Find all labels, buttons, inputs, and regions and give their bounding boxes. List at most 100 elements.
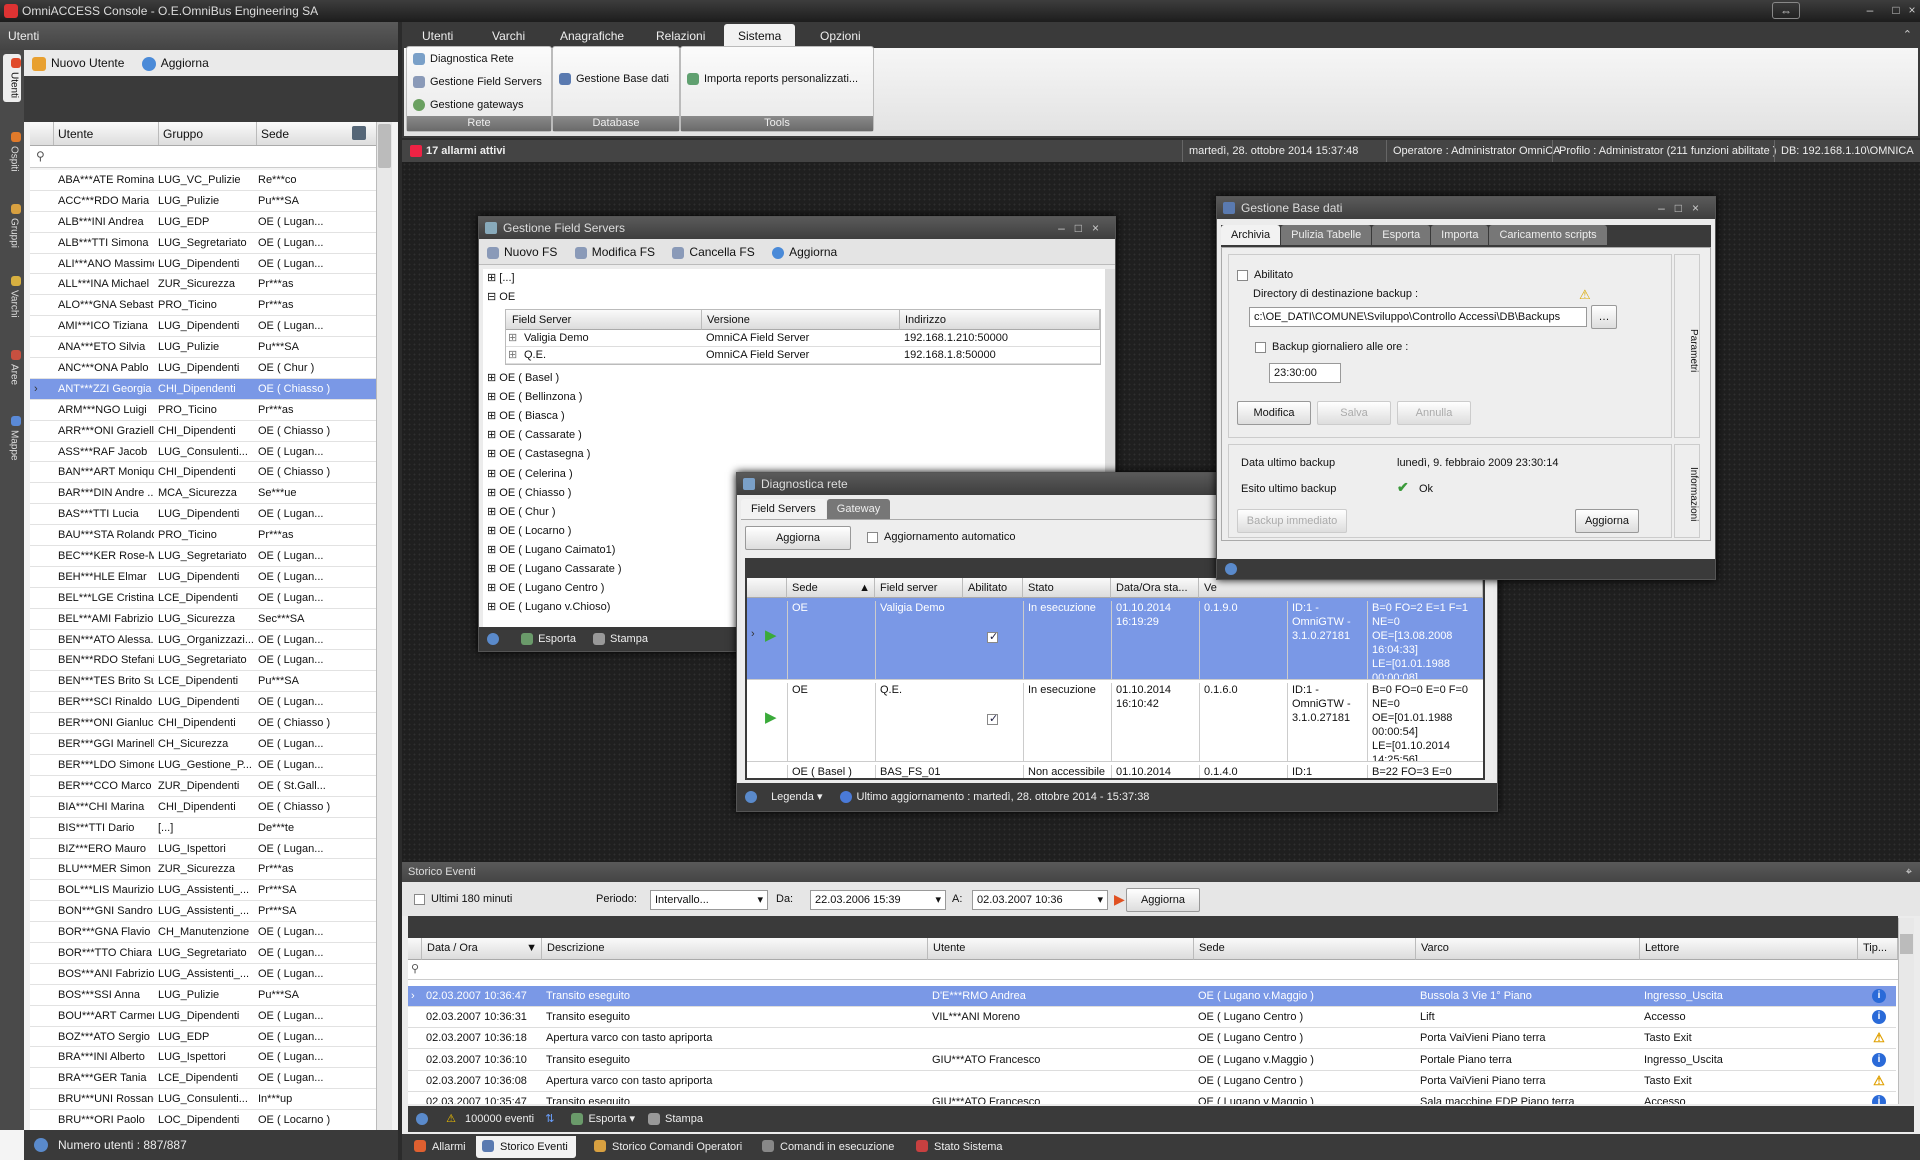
- user-row[interactable]: BOR***GNA Flavio CH_Manutenzione OE ( Luga…: [30, 922, 376, 943]
- user-row[interactable]: ANC***ONA Pablo LUG_Dipendenti OE ( Chur ): [30, 358, 376, 379]
- user-row[interactable]: BAU***STA Rolando PRO_Ticino Pr***as: [30, 525, 376, 547]
- expand-icon[interactable]: ⊞: [487, 544, 499, 556]
- new-fs-button[interactable]: Nuovo FS: [487, 245, 557, 259]
- tree-node-group[interactable]: ⊞ OE ( Chiasso ): [487, 486, 571, 499]
- daily-backup-checkbox[interactable]: Backup giornaliero alle ore :: [1255, 341, 1408, 353]
- expand-icon[interactable]: ⊞: [487, 429, 499, 441]
- browse-button[interactable]: …: [1591, 305, 1617, 329]
- enabled-checkbox[interactable]: Abilitato: [1237, 269, 1293, 281]
- pin-icon[interactable]: ⌖: [1906, 862, 1912, 882]
- periodo-select[interactable]: Intervallo... ▾: [650, 890, 768, 910]
- expand-icon[interactable]: ⊞: [487, 506, 499, 518]
- enabled-checkbox[interactable]: [987, 630, 998, 643]
- col-versione[interactable]: Versione: [702, 310, 900, 330]
- expand-icon[interactable]: ⊞: [508, 347, 517, 363]
- user-row[interactable]: ALO***GNA Sebasti... PRO_Ticino Pr***as: [30, 295, 376, 317]
- col-lettore[interactable]: Lettore: [1640, 938, 1858, 960]
- tree-node-group[interactable]: ⊞ OE ( Biasca ): [487, 409, 565, 422]
- event-row[interactable]: 02.03.2007 10:35:47 Transito eseguito GIU*…: [408, 1092, 1896, 1104]
- scroll-thumb[interactable]: [1900, 934, 1913, 954]
- tab-storico-eventi[interactable]: Storico Eventi: [476, 1136, 576, 1158]
- user-row[interactable]: BIZ***ERO Mauro LUG_Ispettori OE ( Lugan..…: [30, 839, 376, 860]
- tree-node-group[interactable]: ⊞ OE ( Lugano Centro ): [487, 581, 604, 594]
- tree-node-group[interactable]: ⊞ OE ( Basel ): [487, 371, 559, 384]
- modifica-button[interactable]: Modifica: [1237, 401, 1311, 425]
- user-row[interactable]: BER***LDO Simone LUG_Gestione_P... OE ( Lu…: [30, 755, 376, 776]
- expand-icon[interactable]: ⊞: [487, 487, 499, 499]
- expand-icon[interactable]: ⊞: [508, 330, 517, 346]
- fs-print-button[interactable]: Stampa: [593, 633, 648, 646]
- tab-utenti[interactable]: Utenti: [410, 24, 465, 48]
- enabled-checkbox[interactable]: [987, 712, 998, 725]
- tab-allarmi[interactable]: Allarmi: [408, 1136, 474, 1158]
- user-row[interactable]: ACC***RDO Maria LUG_Pulizie Pu***SA: [30, 191, 376, 212]
- expand-icon[interactable]: ⊞: [487, 391, 499, 403]
- col-utente[interactable]: Utente: [928, 938, 1194, 960]
- backup-immediato-button[interactable]: Backup immediato: [1237, 509, 1347, 533]
- user-row[interactable]: BRA***GER Tania LCE_Dipendenti OE ( Lugan.…: [30, 1068, 376, 1090]
- auto-refresh-checkbox[interactable]: Aggiornamento automatico: [867, 531, 1015, 543]
- col-varco[interactable]: Varco: [1416, 938, 1640, 960]
- time-field[interactable]: 23:30:00: [1269, 363, 1341, 383]
- tab-stato-sistema[interactable]: Stato Sistema: [910, 1136, 1010, 1158]
- tree-node-group[interactable]: ⊞ OE ( Lugano Cassarate ): [487, 562, 622, 575]
- tree-node-oe[interactable]: ⊟ OE: [487, 290, 515, 303]
- col-abilitato[interactable]: Abilitato: [963, 578, 1023, 598]
- delete-fs-button[interactable]: Cancella FS: [672, 245, 755, 259]
- tab-storico-comandi[interactable]: Storico Comandi Operatori: [588, 1136, 750, 1158]
- user-row[interactable]: BEN***RDO Stefania LUG_Segretariato OE ( L…: [30, 650, 376, 672]
- col-descrizione[interactable]: Descrizione: [542, 938, 928, 960]
- col-gruppo[interactable]: Gruppo: [158, 122, 207, 145]
- tree-node-group[interactable]: ⊞ OE ( Bellinzona ): [487, 390, 582, 403]
- user-row[interactable]: ABA***ATE Romina LUG_VC_Pulizie Re***co: [30, 170, 376, 191]
- expand-icon[interactable]: ⊞: [487, 525, 499, 537]
- expand-icon[interactable]: ⊞: [487, 410, 499, 422]
- col-indirizzo[interactable]: Indirizzo: [900, 310, 1100, 330]
- gestione-gateways-button[interactable]: Gestione gateways: [413, 99, 524, 112]
- da-field[interactable]: 22.03.2006 15:39 ▾: [810, 890, 946, 910]
- user-row[interactable]: BON***GNI Sandro LUG_Assistenti_... Pr***S…: [30, 901, 376, 923]
- fs-row[interactable]: ⊞ Valigia Demo OmniCA Field Server 192.168.…: [506, 330, 1100, 347]
- a-field[interactable]: 02.03.2007 10:36 ▾: [972, 890, 1108, 910]
- window-controls[interactable]: –□×: [1658, 197, 1709, 219]
- side-tab-mappe[interactable]: Mappe: [3, 412, 21, 465]
- tab-field-servers[interactable]: Field Servers: [741, 499, 826, 519]
- diag-row[interactable]: OE ( Basel ) BAS_FS_01 Non accessibile 01.1…: [747, 762, 1483, 778]
- side-tab-aree[interactable]: Aree: [3, 346, 21, 389]
- edit-fs-button[interactable]: Modifica FS: [574, 245, 655, 259]
- checkbox[interactable]: [867, 531, 878, 543]
- filter-row[interactable]: ⚲: [30, 146, 376, 168]
- tab-sistema[interactable]: Sistema: [724, 24, 796, 48]
- base-dati-titlebar[interactable]: Gestione Base dati –□×: [1217, 197, 1715, 219]
- user-row[interactable]: BLU***MER Simon ZUR_Sicurezza Pr***as: [30, 859, 376, 881]
- column-chooser-icon[interactable]: [352, 126, 366, 140]
- checkbox[interactable]: [1255, 341, 1266, 353]
- tab-archivia[interactable]: Archivia: [1221, 225, 1281, 245]
- last180-checkbox[interactable]: Ultimi 180 minuti: [414, 893, 512, 905]
- tree-node-group[interactable]: ⊞ OE ( Lugano Caimato1): [487, 543, 615, 556]
- side-tab-gruppi[interactable]: Gruppi: [3, 200, 21, 252]
- annulla-button[interactable]: Annulla: [1397, 401, 1471, 425]
- tab-opzioni[interactable]: Opzioni: [808, 24, 873, 48]
- tab-pulizia[interactable]: Pulizia Tabelle: [1281, 225, 1372, 245]
- user-row[interactable]: ALI***ANO Massimo LUG_Dipendenti OE ( Luga…: [30, 254, 376, 275]
- storico-refresh-button[interactable]: Aggiorna: [1126, 888, 1200, 912]
- tree-node-group[interactable]: ⊞ OE ( Chur ): [487, 505, 556, 518]
- gestione-field-servers-button[interactable]: Gestione Field Servers: [413, 76, 542, 89]
- col-sede[interactable]: Sede: [256, 122, 293, 145]
- user-row[interactable]: ASS***RAF Jacob LUG_Consulenti... OE ( Lug…: [30, 442, 376, 463]
- tab-comandi-esecuzione[interactable]: Comandi in esecuzione: [756, 1136, 902, 1158]
- col-versione[interactable]: Ve: [1199, 578, 1483, 598]
- scroll-thumb[interactable]: [378, 124, 391, 168]
- user-row[interactable]: ALB***INI Andrea LUG_EDP OE ( Lugan...: [30, 212, 376, 233]
- tab-gateway[interactable]: Gateway: [826, 499, 891, 519]
- col-data-ora[interactable]: Data / Ora ▼: [422, 938, 542, 960]
- side-tab-utenti[interactable]: Utenti: [3, 54, 21, 103]
- user-row[interactable]: BEN***ATO Alessa... LUG_Organizzazi... OE …: [30, 630, 376, 651]
- expand-icon[interactable]: ⊞: [487, 582, 499, 594]
- tree-node-group[interactable]: ⊞ OE ( Cassarate ): [487, 428, 582, 441]
- user-row[interactable]: BER***SCI Rinaldo LUG_Dipendenti OE ( Luga…: [30, 692, 376, 714]
- gestione-base-dati-button[interactable]: Gestione Base dati: [559, 73, 669, 86]
- col-stato[interactable]: Stato: [1023, 578, 1111, 598]
- refresh-fs-button[interactable]: Aggiorna: [772, 245, 837, 259]
